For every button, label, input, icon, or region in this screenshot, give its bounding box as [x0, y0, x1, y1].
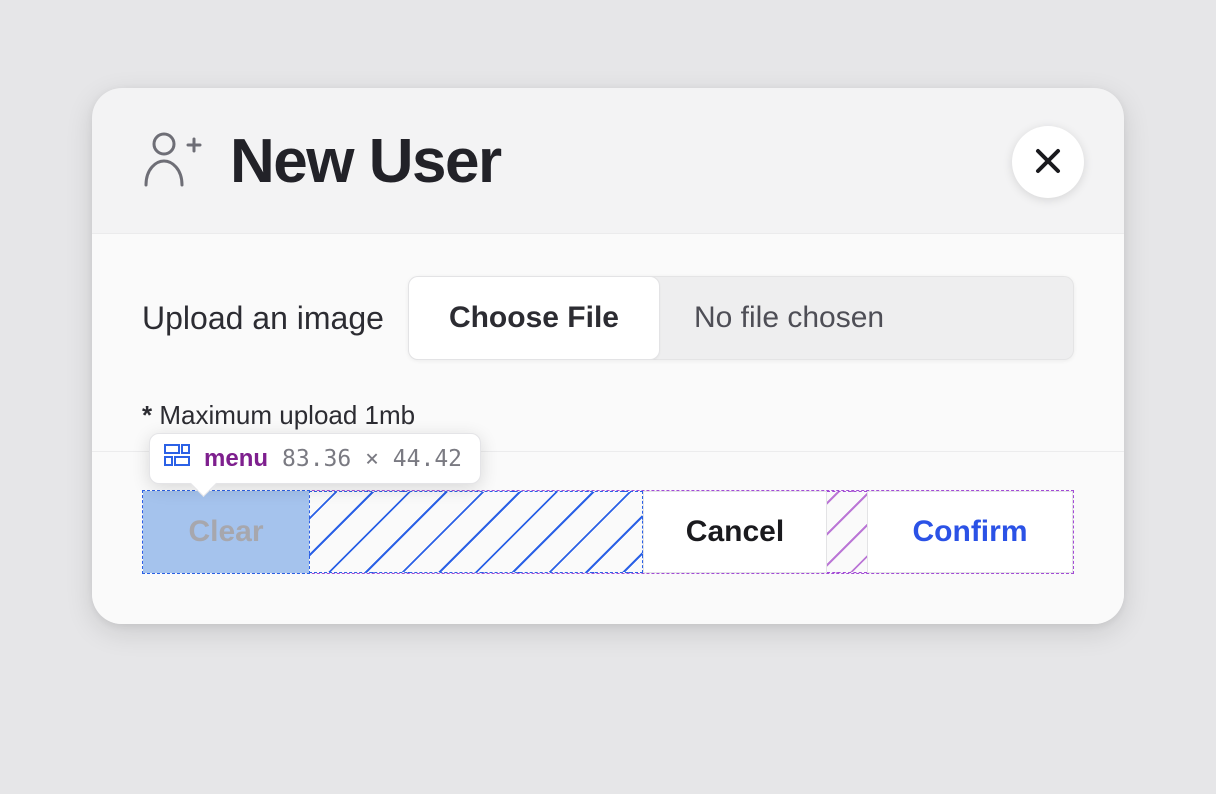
- file-status-text: No file chosen: [660, 276, 1074, 360]
- new-user-dialog: New User Upload an image Choose File No …: [92, 88, 1124, 624]
- hint-text: Maximum upload 1mb: [152, 400, 415, 430]
- dialog-title: New User: [230, 126, 501, 197]
- upload-hint: * Maximum upload 1mb: [142, 400, 1074, 431]
- clear-button[interactable]: Clear: [143, 491, 309, 573]
- upload-row: Upload an image Choose File No file chos…: [142, 276, 1074, 360]
- devtools-inspector-tooltip: menu 83.36 × 44.42: [149, 433, 481, 484]
- dialog-footer: menu 83.36 × 44.42 Clear Cancel Confirm: [92, 451, 1124, 624]
- close-button[interactable]: [1012, 126, 1084, 198]
- dialog-header: New User: [92, 88, 1124, 233]
- dialog-body: Upload an image Choose File No file chos…: [92, 233, 1124, 451]
- hint-asterisk: *: [142, 400, 152, 430]
- flex-spacer: [309, 491, 643, 573]
- tooltip-element-tag: menu: [204, 445, 268, 473]
- footer-flex-container: menu 83.36 × 44.42 Clear Cancel Confirm: [142, 490, 1074, 574]
- flexbox-icon: [164, 444, 190, 473]
- tooltip-dimensions: 83.36 × 44.42: [282, 446, 462, 472]
- file-input[interactable]: Choose File No file chosen: [408, 276, 1074, 360]
- close-icon: [1035, 148, 1061, 177]
- cancel-button[interactable]: Cancel: [643, 491, 827, 573]
- choose-file-button[interactable]: Choose File: [408, 276, 660, 360]
- confirm-button[interactable]: Confirm: [867, 491, 1073, 573]
- flex-gap: [827, 491, 867, 573]
- upload-label: Upload an image: [142, 300, 384, 337]
- user-plus-icon: [142, 131, 202, 192]
